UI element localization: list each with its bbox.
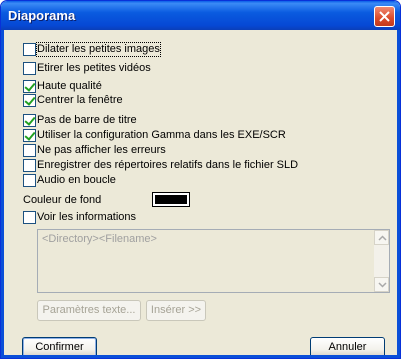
window-frame-left	[1, 30, 4, 358]
window-title: Diaporama	[8, 8, 76, 23]
checkbox[interactable]	[23, 159, 36, 172]
color-fill	[155, 195, 187, 204]
checkbox-configuration-gamma[interactable]: Utiliser la configuration Gamma dans les…	[23, 129, 286, 142]
checkbox-label: Dilater les petites images	[36, 42, 161, 57]
checkbox-label: Enregistrer des répertoires relatifs dan…	[37, 159, 299, 171]
checkbox-pas-barre-titre[interactable]: Pas de barre de titre	[23, 114, 137, 127]
checkbox-haute-qualite[interactable]: Haute qualité	[23, 80, 102, 93]
checkbox-voir-informations[interactable]: Voir les informations	[23, 211, 136, 224]
close-button[interactable]	[374, 6, 395, 27]
checkbox-label: Audio en boucle	[37, 174, 116, 186]
checkbox[interactable]	[23, 62, 36, 75]
checkbox-centrer-fenetre[interactable]: Centrer la fenêtre	[23, 94, 123, 107]
checkbox-label: Centrer la fenêtre	[37, 94, 123, 106]
scroll-up-button[interactable]	[374, 230, 389, 245]
title-bar[interactable]: Diaporama	[1, 1, 400, 30]
checkbox-label: Ne pas afficher les erreurs	[37, 144, 166, 156]
chevron-up-icon	[378, 235, 387, 241]
close-icon	[379, 11, 390, 22]
checkbox[interactable]	[23, 43, 36, 56]
info-text-value: <Directory><Filename>	[42, 233, 157, 245]
background-color-label: Couleur de fond	[23, 194, 102, 206]
checkbox[interactable]	[23, 114, 36, 127]
checkbox[interactable]	[23, 211, 36, 224]
checkbox-label: Utiliser la configuration Gamma dans les…	[37, 129, 286, 141]
checkbox-dilater-petites-images[interactable]: Dilater les petites images	[23, 42, 161, 57]
checkbox[interactable]	[23, 174, 36, 187]
checkbox-etirer-petites-videos[interactable]: Etirer les petites vidéos	[23, 62, 151, 75]
text-settings-button[interactable]: Paramètres texte...	[37, 300, 141, 321]
window-frame-right	[397, 30, 400, 358]
checkbox[interactable]	[23, 94, 36, 107]
checkbox-label: Pas de barre de titre	[37, 114, 137, 126]
checkbox-label: Etirer les petites vidéos	[37, 62, 151, 74]
vertical-scrollbar[interactable]	[374, 230, 389, 292]
checkbox[interactable]	[23, 80, 36, 93]
checkbox-label: Haute qualité	[37, 80, 102, 92]
dialog-window: Diaporama Dilater les petites images Eti…	[0, 0, 401, 359]
checkbox[interactable]	[23, 129, 36, 142]
scroll-down-button[interactable]	[374, 277, 389, 292]
insert-button[interactable]: Insérer >>	[146, 300, 206, 321]
background-color-picker[interactable]	[152, 192, 190, 207]
chevron-down-icon	[378, 282, 387, 288]
checkbox-label: Voir les informations	[37, 211, 137, 223]
checkbox[interactable]	[23, 144, 36, 157]
checkbox-audio-en-boucle[interactable]: Audio en boucle	[23, 174, 116, 187]
window-frame-bottom	[1, 355, 400, 358]
info-text-area[interactable]: <Directory><Filename>	[37, 229, 390, 293]
checkbox-repertoires-relatifs[interactable]: Enregistrer des répertoires relatifs dan…	[23, 159, 298, 172]
checkbox-ne-pas-afficher-erreurs[interactable]: Ne pas afficher les erreurs	[23, 144, 166, 157]
